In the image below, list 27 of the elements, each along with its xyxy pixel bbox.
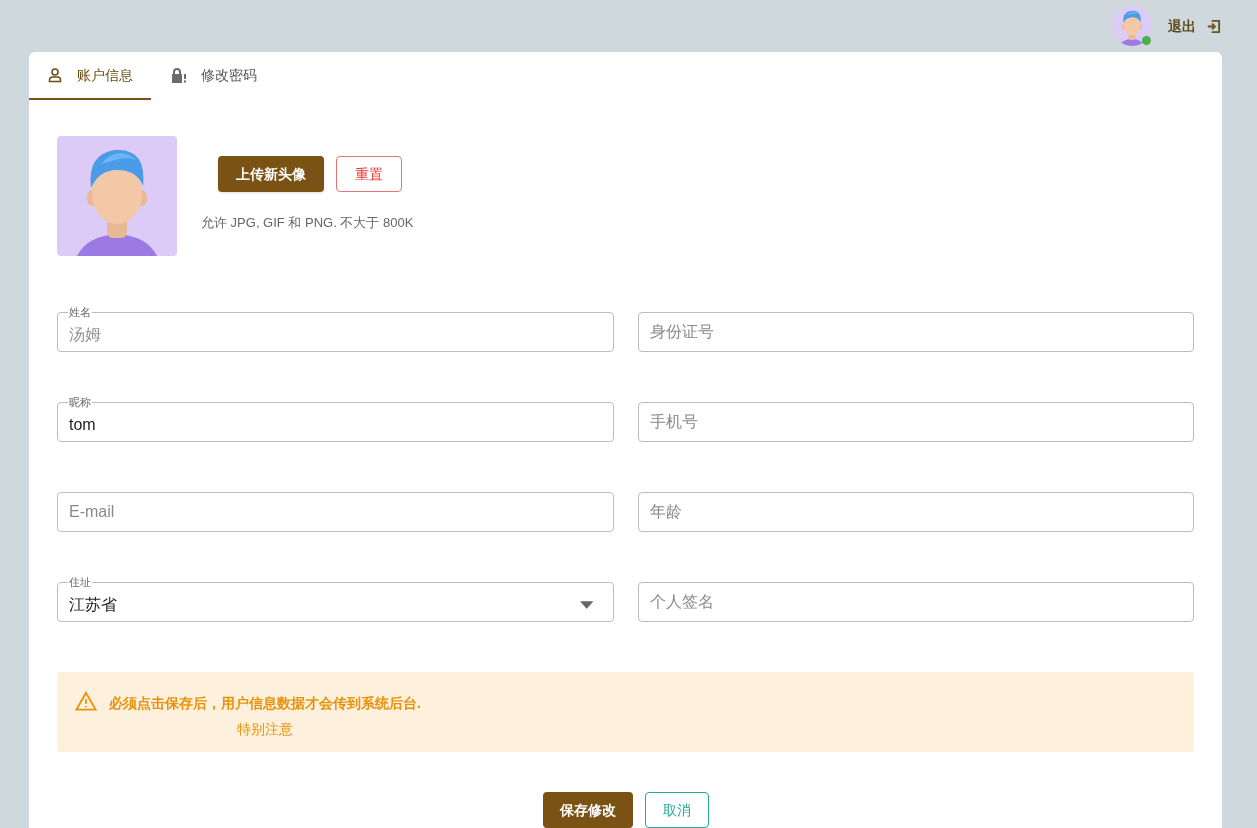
tab[interactable]: 账户信息 bbox=[29, 52, 151, 100]
select-field[interactable]: 住址 江苏省 bbox=[57, 576, 614, 622]
input-field[interactable]: 个人签名 bbox=[637, 582, 1194, 622]
input-field[interactable]: E-mail bbox=[57, 492, 614, 532]
field-label: 住址 bbox=[68, 576, 92, 588]
field-value[interactable]: 江苏省 bbox=[69, 592, 581, 617]
field-label: 昵称 bbox=[68, 396, 92, 408]
tab[interactable]: 修改密码 bbox=[151, 52, 275, 100]
alert-text: 特别注意 bbox=[236, 720, 293, 739]
lock-icon bbox=[169, 66, 187, 84]
warning-icon bbox=[75, 691, 97, 711]
alert-text: 必须点击保存后，用户信息数据才会传到系统后台. bbox=[109, 694, 421, 713]
logout-icon bbox=[1206, 18, 1221, 34]
input-field[interactable]: 年龄 bbox=[637, 492, 1194, 532]
input-field[interactable]: 手机号 bbox=[637, 402, 1194, 442]
upload-avatar-button[interactable]: 上传新头像 bbox=[218, 156, 324, 192]
save-button[interactable]: 保存修改 bbox=[542, 792, 633, 828]
user-avatar[interactable] bbox=[1112, 6, 1152, 46]
field-value[interactable]: tom bbox=[69, 412, 602, 437]
input-field[interactable]: 昵称 tom bbox=[57, 396, 614, 442]
avatar-hint: 允许 JPG, GIF 和 PNG. 不大于 800K bbox=[201, 214, 414, 232]
logout-button[interactable]: 退出 bbox=[1168, 16, 1221, 36]
field-label: 姓名 bbox=[68, 306, 92, 318]
input-field[interactable]: 身份证号 bbox=[637, 312, 1194, 352]
reset-button[interactable]: 重置 bbox=[336, 156, 402, 192]
user-icon bbox=[47, 67, 63, 83]
dropdown-caret-icon bbox=[580, 600, 594, 609]
